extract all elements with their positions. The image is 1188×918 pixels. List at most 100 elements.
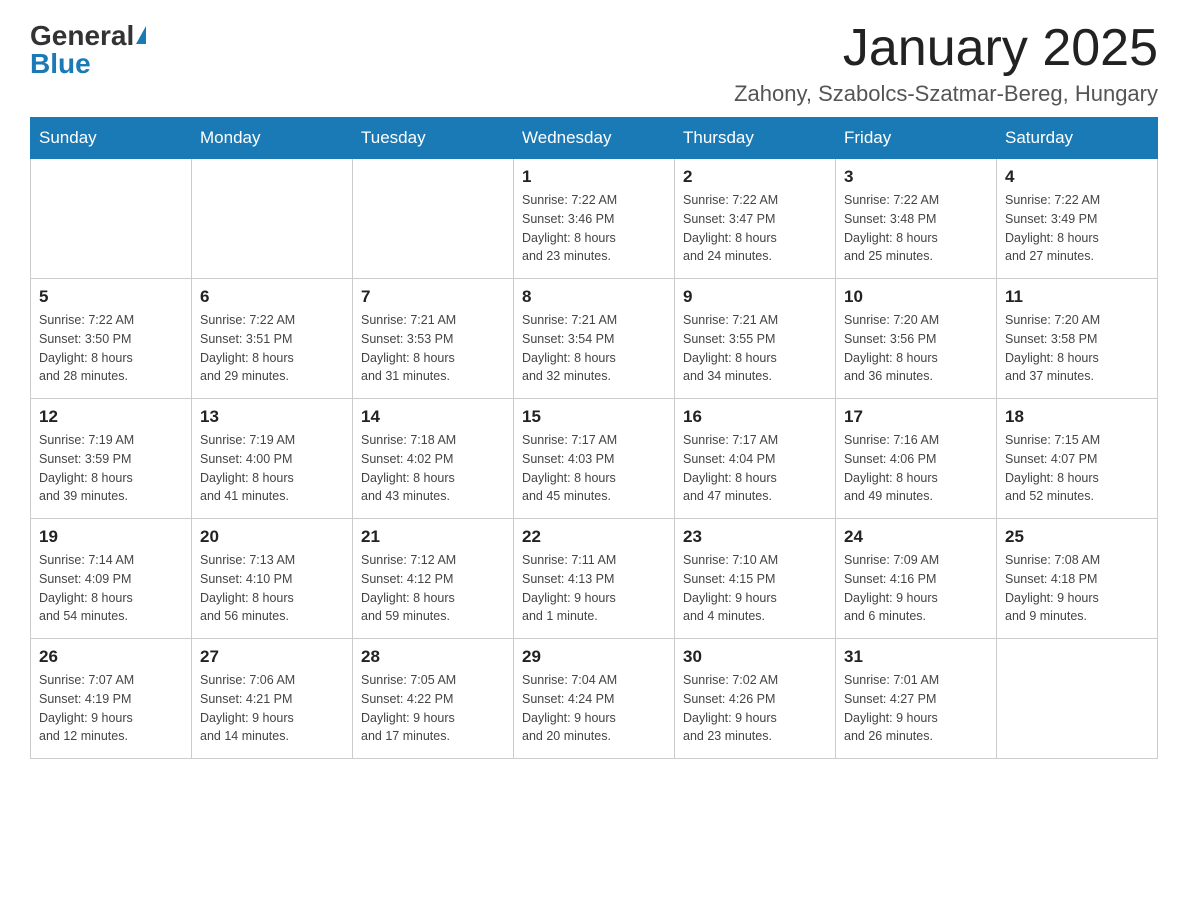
day-number: 3 — [844, 167, 988, 187]
day-number: 22 — [522, 527, 666, 547]
day-info: Sunrise: 7:10 AM Sunset: 4:15 PM Dayligh… — [683, 551, 827, 626]
calendar-cell: 13 Sunrise: 7:19 AM Sunset: 4:00 PM Dayli… — [192, 399, 353, 519]
calendar-cell: 8 Sunrise: 7:21 AM Sunset: 3:54 PM Daylig… — [514, 279, 675, 399]
calendar-cell: 30 Sunrise: 7:02 AM Sunset: 4:26 PM Dayli… — [675, 639, 836, 759]
page-header: General Blue January 2025 Zahony, Szabol… — [30, 20, 1158, 107]
day-info: Sunrise: 7:22 AM Sunset: 3:47 PM Dayligh… — [683, 191, 827, 266]
calendar-cell: 25 Sunrise: 7:08 AM Sunset: 4:18 PM Dayli… — [997, 519, 1158, 639]
day-number: 15 — [522, 407, 666, 427]
day-number: 16 — [683, 407, 827, 427]
calendar-table: SundayMondayTuesdayWednesdayThursdayFrid… — [30, 117, 1158, 759]
day-number: 6 — [200, 287, 344, 307]
day-number: 28 — [361, 647, 505, 667]
day-info: Sunrise: 7:02 AM Sunset: 4:26 PM Dayligh… — [683, 671, 827, 746]
day-info: Sunrise: 7:01 AM Sunset: 4:27 PM Dayligh… — [844, 671, 988, 746]
calendar-cell: 17 Sunrise: 7:16 AM Sunset: 4:06 PM Dayli… — [836, 399, 997, 519]
day-number: 14 — [361, 407, 505, 427]
day-info: Sunrise: 7:09 AM Sunset: 4:16 PM Dayligh… — [844, 551, 988, 626]
day-number: 9 — [683, 287, 827, 307]
calendar-cell: 31 Sunrise: 7:01 AM Sunset: 4:27 PM Dayli… — [836, 639, 997, 759]
calendar-week-2: 5 Sunrise: 7:22 AM Sunset: 3:50 PM Daylig… — [31, 279, 1158, 399]
calendar-cell: 7Sunrise: 7:21 AM Sunset: 3:53 PM Daylig… — [353, 279, 514, 399]
calendar-cell — [192, 159, 353, 279]
calendar-cell: 28 Sunrise: 7:05 AM Sunset: 4:22 PM Dayli… — [353, 639, 514, 759]
day-info: Sunrise: 7:22 AM Sunset: 3:46 PM Dayligh… — [522, 191, 666, 266]
day-number: 29 — [522, 647, 666, 667]
calendar-cell: 26 Sunrise: 7:07 AM Sunset: 4:19 PM Dayli… — [31, 639, 192, 759]
day-info: Sunrise: 7:21 AM Sunset: 3:55 PM Dayligh… — [683, 311, 827, 386]
day-number: 20 — [200, 527, 344, 547]
day-number: 4 — [1005, 167, 1149, 187]
calendar-cell: 5 Sunrise: 7:22 AM Sunset: 3:50 PM Daylig… — [31, 279, 192, 399]
calendar-cell: 18 Sunrise: 7:15 AM Sunset: 4:07 PM Dayli… — [997, 399, 1158, 519]
day-info: Sunrise: 7:11 AM Sunset: 4:13 PM Dayligh… — [522, 551, 666, 626]
day-number: 26 — [39, 647, 183, 667]
calendar-cell — [31, 159, 192, 279]
calendar-week-1: 1Sunrise: 7:22 AM Sunset: 3:46 PM Daylig… — [31, 159, 1158, 279]
weekday-header-monday: Monday — [192, 118, 353, 159]
calendar-subtitle: Zahony, Szabolcs-Szatmar-Bereg, Hungary — [734, 81, 1158, 107]
weekday-header-sunday: Sunday — [31, 118, 192, 159]
weekday-header-saturday: Saturday — [997, 118, 1158, 159]
calendar-week-4: 19 Sunrise: 7:14 AM Sunset: 4:09 PM Dayli… — [31, 519, 1158, 639]
calendar-cell: 24 Sunrise: 7:09 AM Sunset: 4:16 PM Dayli… — [836, 519, 997, 639]
day-info: Sunrise: 7:22 AM Sunset: 3:51 PM Dayligh… — [200, 311, 344, 386]
day-number: 25 — [1005, 527, 1149, 547]
day-info: Sunrise: 7:14 AM Sunset: 4:09 PM Dayligh… — [39, 551, 183, 626]
day-info: Sunrise: 7:19 AM Sunset: 4:00 PM Dayligh… — [200, 431, 344, 506]
weekday-header-wednesday: Wednesday — [514, 118, 675, 159]
day-info: Sunrise: 7:06 AM Sunset: 4:21 PM Dayligh… — [200, 671, 344, 746]
calendar-cell — [353, 159, 514, 279]
calendar-cell: 20 Sunrise: 7:13 AM Sunset: 4:10 PM Dayli… — [192, 519, 353, 639]
day-number: 18 — [1005, 407, 1149, 427]
calendar-cell: 4 Sunrise: 7:22 AM Sunset: 3:49 PM Daylig… — [997, 159, 1158, 279]
day-info: Sunrise: 7:21 AM Sunset: 3:53 PM Dayligh… — [361, 311, 505, 386]
day-number: 8 — [522, 287, 666, 307]
calendar-cell: 21Sunrise: 7:12 AM Sunset: 4:12 PM Dayli… — [353, 519, 514, 639]
weekday-header-tuesday: Tuesday — [353, 118, 514, 159]
day-info: Sunrise: 7:15 AM Sunset: 4:07 PM Dayligh… — [1005, 431, 1149, 506]
logo-blue-text: Blue — [30, 48, 91, 79]
calendar-cell: 12 Sunrise: 7:19 AM Sunset: 3:59 PM Dayli… — [31, 399, 192, 519]
day-info: Sunrise: 7:22 AM Sunset: 3:50 PM Dayligh… — [39, 311, 183, 386]
day-info: Sunrise: 7:20 AM Sunset: 3:58 PM Dayligh… — [1005, 311, 1149, 386]
calendar-cell: 10 Sunrise: 7:20 AM Sunset: 3:56 PM Dayli… — [836, 279, 997, 399]
calendar-cell: 6 Sunrise: 7:22 AM Sunset: 3:51 PM Daylig… — [192, 279, 353, 399]
day-info: Sunrise: 7:17 AM Sunset: 4:04 PM Dayligh… — [683, 431, 827, 506]
weekday-header-friday: Friday — [836, 118, 997, 159]
day-info: Sunrise: 7:18 AM Sunset: 4:02 PM Dayligh… — [361, 431, 505, 506]
day-info: Sunrise: 7:16 AM Sunset: 4:06 PM Dayligh… — [844, 431, 988, 506]
calendar-cell: 27Sunrise: 7:06 AM Sunset: 4:21 PM Dayli… — [192, 639, 353, 759]
day-number: 30 — [683, 647, 827, 667]
day-info: Sunrise: 7:20 AM Sunset: 3:56 PM Dayligh… — [844, 311, 988, 386]
day-info: Sunrise: 7:17 AM Sunset: 4:03 PM Dayligh… — [522, 431, 666, 506]
calendar-cell: 19 Sunrise: 7:14 AM Sunset: 4:09 PM Dayli… — [31, 519, 192, 639]
day-number: 13 — [200, 407, 344, 427]
logo-triangle-icon — [136, 26, 146, 44]
day-number: 24 — [844, 527, 988, 547]
day-info: Sunrise: 7:13 AM Sunset: 4:10 PM Dayligh… — [200, 551, 344, 626]
day-number: 5 — [39, 287, 183, 307]
day-info: Sunrise: 7:22 AM Sunset: 3:49 PM Dayligh… — [1005, 191, 1149, 266]
title-block: January 2025 Zahony, Szabolcs-Szatmar-Be… — [734, 20, 1158, 107]
day-info: Sunrise: 7:08 AM Sunset: 4:18 PM Dayligh… — [1005, 551, 1149, 626]
calendar-cell: 16 Sunrise: 7:17 AM Sunset: 4:04 PM Dayli… — [675, 399, 836, 519]
day-info: Sunrise: 7:12 AM Sunset: 4:12 PM Dayligh… — [361, 551, 505, 626]
day-info: Sunrise: 7:19 AM Sunset: 3:59 PM Dayligh… — [39, 431, 183, 506]
day-number: 12 — [39, 407, 183, 427]
day-number: 31 — [844, 647, 988, 667]
calendar-week-3: 12 Sunrise: 7:19 AM Sunset: 3:59 PM Dayli… — [31, 399, 1158, 519]
calendar-week-5: 26 Sunrise: 7:07 AM Sunset: 4:19 PM Dayli… — [31, 639, 1158, 759]
calendar-cell: 29Sunrise: 7:04 AM Sunset: 4:24 PM Dayli… — [514, 639, 675, 759]
day-number: 19 — [39, 527, 183, 547]
day-number: 17 — [844, 407, 988, 427]
day-info: Sunrise: 7:05 AM Sunset: 4:22 PM Dayligh… — [361, 671, 505, 746]
weekday-header-row: SundayMondayTuesdayWednesdayThursdayFrid… — [31, 118, 1158, 159]
day-info: Sunrise: 7:07 AM Sunset: 4:19 PM Dayligh… — [39, 671, 183, 746]
calendar-cell: 9 Sunrise: 7:21 AM Sunset: 3:55 PM Daylig… — [675, 279, 836, 399]
day-info: Sunrise: 7:21 AM Sunset: 3:54 PM Dayligh… — [522, 311, 666, 386]
day-info: Sunrise: 7:22 AM Sunset: 3:48 PM Dayligh… — [844, 191, 988, 266]
day-number: 10 — [844, 287, 988, 307]
weekday-header-thursday: Thursday — [675, 118, 836, 159]
day-number: 23 — [683, 527, 827, 547]
